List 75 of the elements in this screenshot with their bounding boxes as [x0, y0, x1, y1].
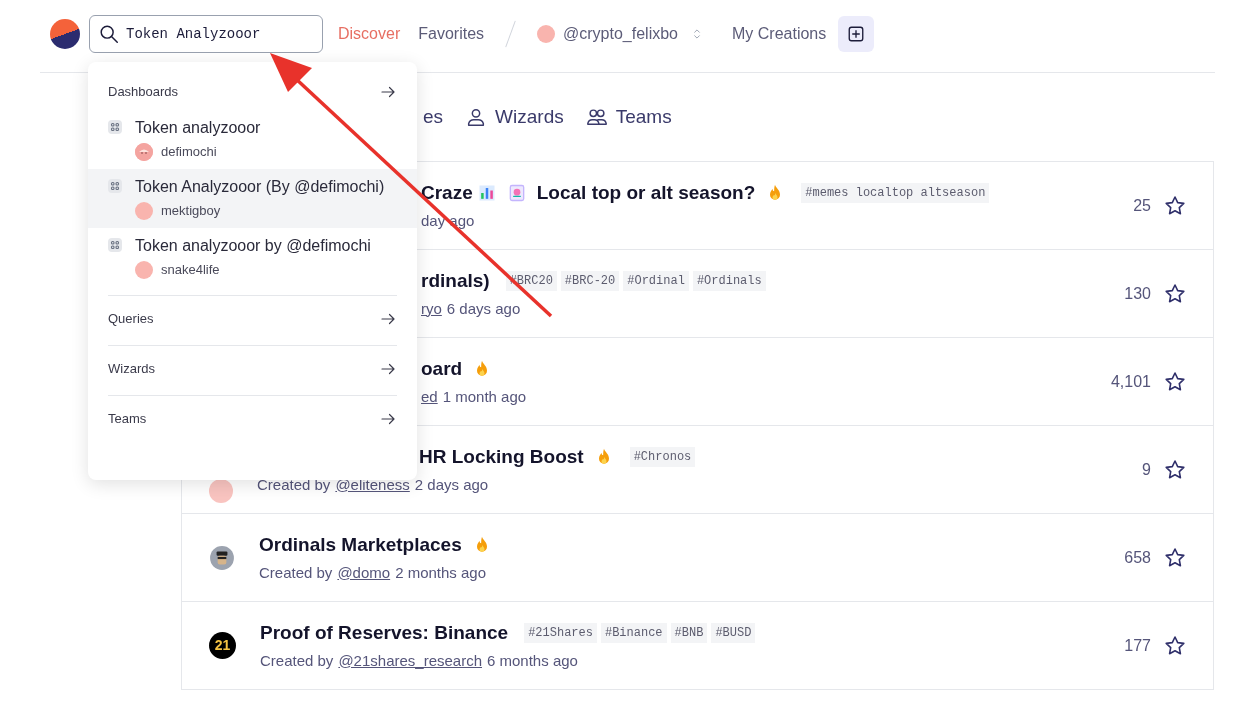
tag[interactable]: #BRC-20: [560, 271, 620, 292]
result-author: defimochi: [161, 143, 217, 161]
tag[interactable]: #21Shares: [524, 623, 597, 644]
dashboard-icon: [108, 238, 122, 252]
section-header[interactable]: Wizards: [88, 351, 417, 387]
result-author: mektigboy: [161, 202, 221, 220]
tag[interactable]: #memes localtop altseason: [801, 183, 990, 204]
created-time: 1 month ago: [442, 386, 527, 407]
dashboard-title[interactable]: oard: [421, 355, 463, 384]
dashboard-title[interactable]: Local top or alt season?: [536, 179, 756, 208]
star-icon[interactable]: [1163, 633, 1187, 658]
search-result[interactable]: Token analyzooor defimochi: [88, 110, 417, 169]
user-avatar: [135, 142, 153, 161]
result-title: Token analyzooor by @defimochi: [135, 236, 371, 256]
user-avatar: [209, 544, 235, 571]
result-title: Token Analyzooor (By @defimochi): [135, 177, 385, 197]
user-avatar: [135, 260, 153, 279]
result-author: snake4life: [161, 261, 220, 279]
people-icon: [585, 106, 608, 128]
created-by-label: Created by: [257, 474, 331, 495]
star-icon[interactable]: [1163, 281, 1187, 306]
author-link[interactable]: ryo: [421, 297, 442, 320]
search-icon: [98, 23, 120, 45]
dashboard-title[interactable]: HR Locking Boost: [419, 443, 584, 472]
star-count: 25: [1133, 195, 1151, 216]
tag[interactable]: #Chronos: [629, 447, 696, 468]
section-header[interactable]: Dashboards: [88, 74, 417, 110]
section-header[interactable]: Teams: [88, 401, 417, 437]
nav-link[interactable]: My Creations: [732, 22, 827, 46]
created-by-label: Created by: [259, 562, 333, 583]
author-link[interactable]: @domo: [337, 561, 391, 584]
star-count: 130: [1124, 283, 1151, 304]
create-button[interactable]: [838, 16, 875, 52]
search-result[interactable]: Token analyzooor by @defimochi snake4life: [88, 228, 417, 287]
dashboard-title[interactable]: Ordinals Marketplaces: [259, 531, 462, 560]
account-switcher[interactable]: @crypto_felixbo: [537, 22, 704, 46]
author-link[interactable]: ed: [421, 385, 438, 408]
dashboard-title[interactable]: Proof of Reserves: Binance: [260, 619, 509, 648]
plus-icon: [847, 25, 866, 43]
tab[interactable]: Teams: [585, 102, 672, 132]
tab[interactable]: Wizards: [465, 102, 564, 132]
nav-link[interactable]: Favorites: [418, 22, 485, 46]
user-avatar: [135, 201, 153, 220]
created-time: 2 days ago: [414, 474, 489, 495]
dashboard-icon: [108, 120, 122, 134]
tab[interactable]: es: [423, 102, 444, 132]
search-result[interactable]: Token Analyzooor (By @defimochi) mektigboy: [88, 169, 417, 228]
dashboard-title[interactable]: rdinals): [421, 267, 490, 296]
created-by-label: Created by: [260, 650, 334, 671]
star-icon[interactable]: [1163, 545, 1187, 570]
tag[interactable]: #BUSD: [711, 623, 756, 644]
logo-icon[interactable]: [50, 19, 80, 49]
brand-avatar: 21: [209, 632, 236, 659]
star-count: 9: [1142, 459, 1151, 480]
result-title: Token analyzooor: [135, 118, 261, 138]
star-icon[interactable]: [1163, 457, 1187, 482]
user-avatar: [209, 479, 233, 503]
star-count: 177: [1124, 635, 1151, 656]
star-icon[interactable]: [1163, 369, 1187, 394]
section-header[interactable]: Queries: [88, 301, 417, 337]
dashboard-icon: [108, 179, 122, 193]
author-link[interactable]: @21shares_research: [338, 649, 482, 672]
tag[interactable]: #BNB: [670, 623, 708, 644]
account-name: @crypto_felixbo: [563, 24, 678, 44]
tag[interactable]: #Binance: [600, 623, 667, 644]
tag[interactable]: #Ordinal: [623, 271, 689, 292]
search-field[interactable]: Token Analyzooor: [89, 15, 323, 53]
star-count: 4,101: [1110, 371, 1151, 392]
star-icon[interactable]: [1163, 193, 1187, 218]
created-time: 6 days ago: [446, 298, 521, 319]
dashboard-title[interactable]: Craze: [421, 179, 473, 208]
star-count: 658: [1124, 547, 1151, 568]
created-time: 6 months ago: [487, 650, 578, 671]
tag[interactable]: #Ordinals: [692, 271, 766, 292]
created-time: 2 months ago: [395, 562, 487, 583]
